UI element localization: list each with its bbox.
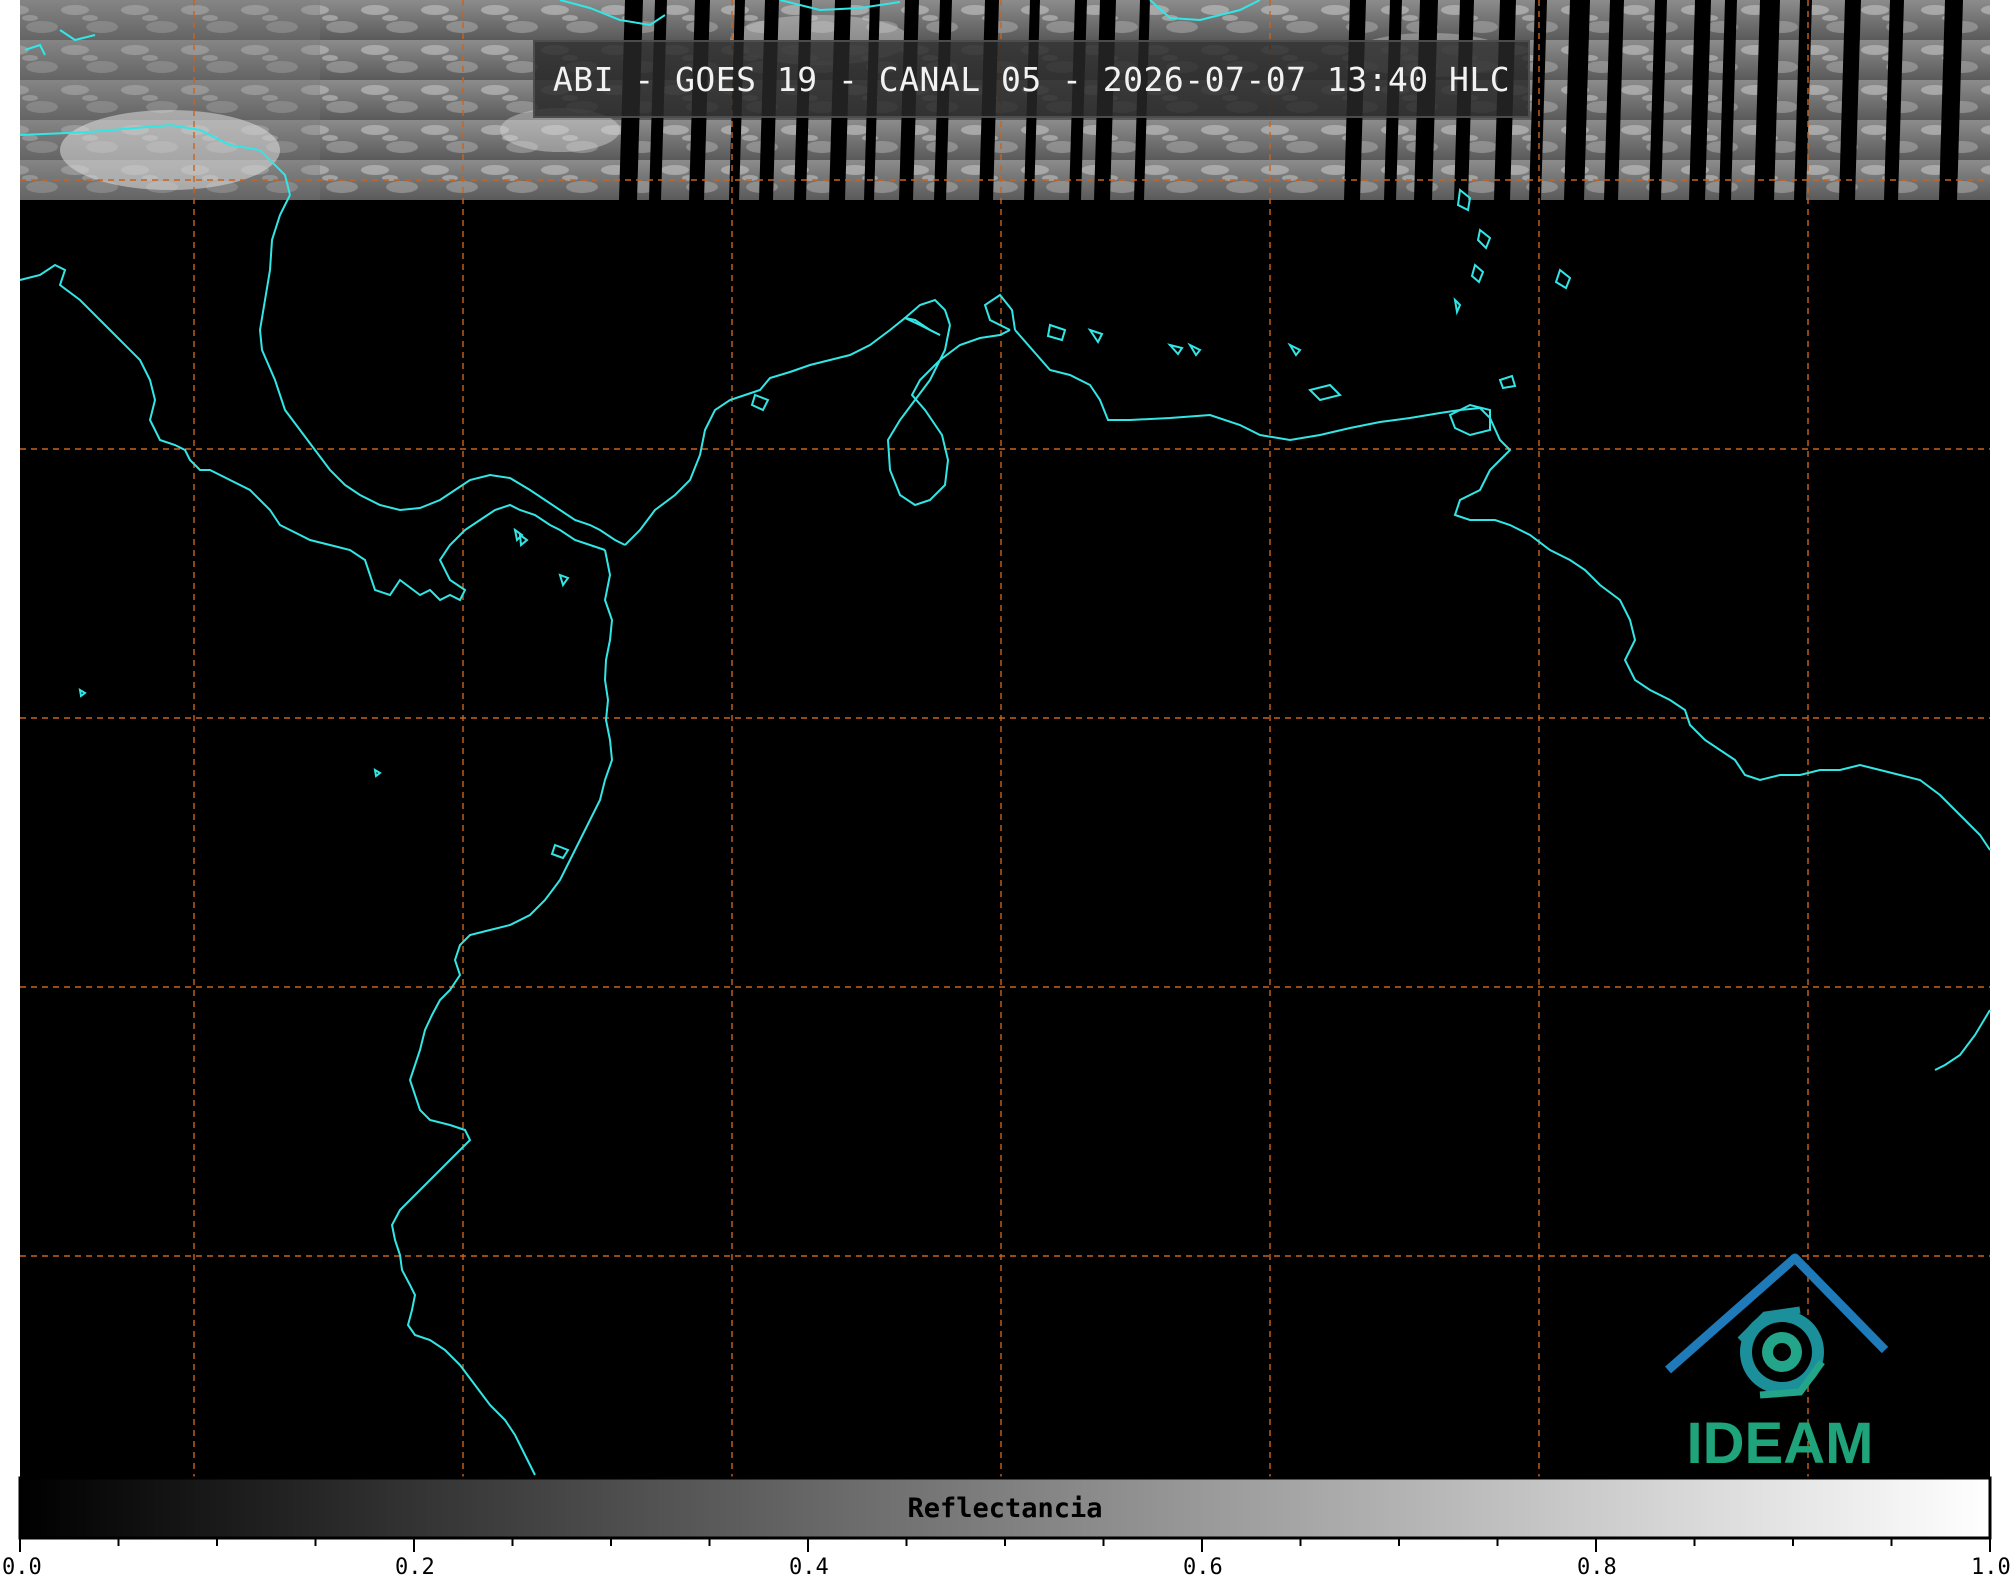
- colorbar-ticks: [19, 1538, 1991, 1552]
- map-title: ABI - GOES 19 - CANAL 05 - 2026-07-07 13…: [533, 40, 1530, 118]
- colorbar-tick-label: 0.4: [789, 1555, 829, 1580]
- colorbar-label: Reflectancia: [907, 1492, 1103, 1524]
- colorbar-tick-label: 0.0: [2, 1555, 42, 1580]
- satellite-map: [18, 0, 1992, 1552]
- colorbar-tick-label: 0.2: [395, 1555, 435, 1580]
- colorbar-tick-label: 0.8: [1577, 1555, 1617, 1580]
- ideam-logo-text: IDEAM: [1686, 1411, 1874, 1476]
- colorbar-tick-label: 0.6: [1183, 1555, 1223, 1580]
- colorbar-tick-label: 1.0: [1971, 1555, 2011, 1580]
